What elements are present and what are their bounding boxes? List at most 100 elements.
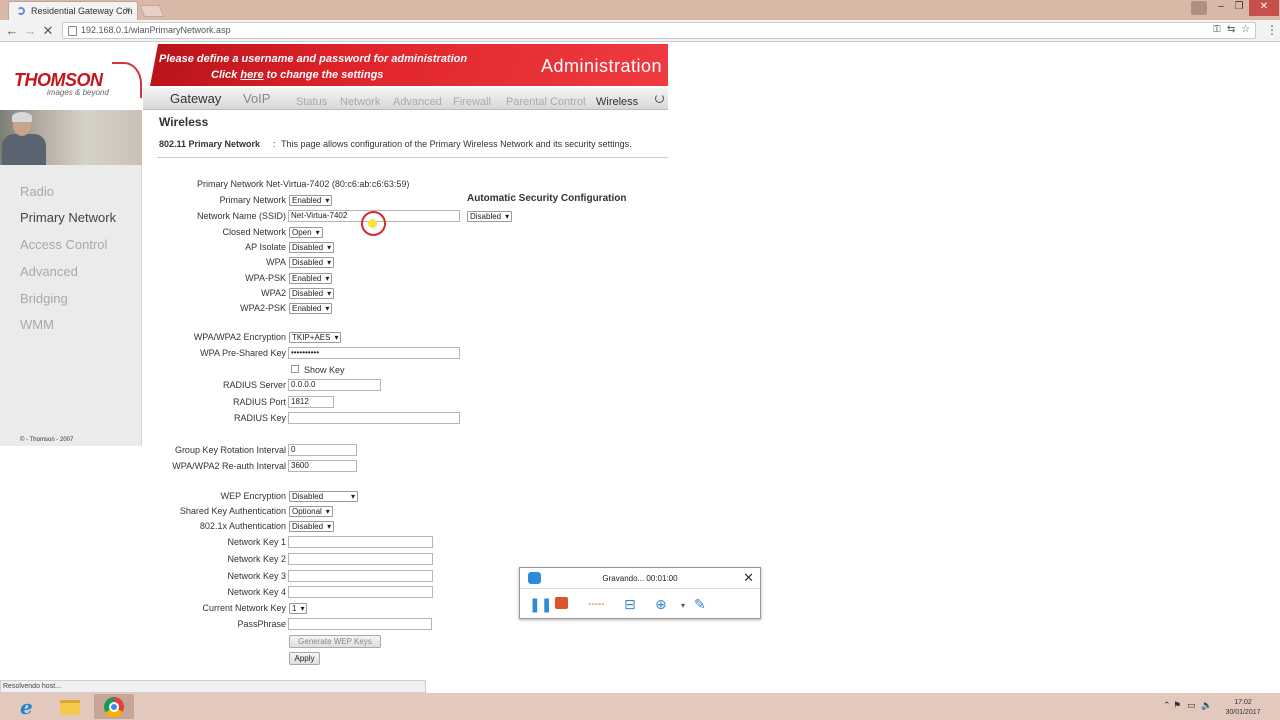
network-key-3-input[interactable] <box>288 570 433 582</box>
current-network-key-label: Current Network Key <box>202 603 286 613</box>
shared-key-auth-select[interactable]: Optional <box>289 506 333 517</box>
taskbar-chrome[interactable] <box>94 694 134 719</box>
stop-icon[interactable] <box>555 597 568 609</box>
generate-wep-keys-button[interactable]: Generate WEP Keys <box>289 635 381 648</box>
nav-parental-control[interactable]: Parental Control <box>506 96 586 108</box>
sidebar-item-advanced[interactable]: Advanced <box>20 264 78 279</box>
audio-level-icon[interactable]: ----- <box>588 599 605 610</box>
taskbar-ie[interactable]: e <box>10 694 50 719</box>
encryption-select[interactable]: TKIP+AES <box>289 332 342 343</box>
passphrase-input[interactable] <box>288 618 432 630</box>
auto-security-select[interactable]: Disabled <box>467 211 513 222</box>
pause-icon[interactable]: ❚❚ <box>529 596 552 613</box>
section-title: Administration <box>540 56 662 76</box>
dot1x-auth-label: 802.1x Authentication <box>199 521 286 531</box>
nav-advanced[interactable]: Advanced <box>393 96 442 108</box>
shared-key-auth-label: Shared Key Authentication <box>179 506 286 516</box>
wpa2-psk-select[interactable]: Enabled <box>289 303 333 314</box>
ap-isolate-select[interactable]: Disabled <box>289 242 335 253</box>
sidebar-item-radio[interactable]: Radio <box>20 184 54 199</box>
network-key-1-input[interactable] <box>288 536 433 548</box>
radius-key-input[interactable] <box>288 412 460 424</box>
radius-server-input[interactable]: 0.0.0.0 <box>288 379 381 391</box>
nav-wireless[interactable]: Wireless <box>596 96 638 108</box>
url-text[interactable]: 192.168.0.1/wlanPrimaryNetwork.asp <box>81 25 231 35</box>
primary-network-select[interactable]: Enabled <box>289 195 333 206</box>
nav-voip[interactable]: VoIP <box>243 91 270 106</box>
banner-here-link[interactable]: here <box>240 69 263 81</box>
nav-firewall[interactable]: Firewall <box>453 96 491 108</box>
sidebar-item-bridging[interactable]: Bridging <box>20 291 68 306</box>
nav-gateway[interactable]: Gateway <box>170 91 221 106</box>
wpa2-select[interactable]: Disabled <box>289 288 335 299</box>
wpa-select[interactable]: Disabled <box>289 257 335 268</box>
radius-port-input[interactable]: 1812 <box>288 396 334 408</box>
menu-icon[interactable]: ⋮ <box>1266 23 1278 37</box>
sidebar-item-access-control[interactable]: Access Control <box>20 237 107 252</box>
recorder-title: Gravando... 00:01:00 <box>602 574 678 583</box>
psk-label: WPA Pre-Shared Key <box>200 348 286 358</box>
nav-status[interactable]: Status <box>296 96 327 108</box>
show-key-checkbox[interactable] <box>291 365 299 373</box>
top-navigation: Gateway VoIP Status Network Advanced Fir… <box>143 88 668 110</box>
loading-icon <box>655 94 664 103</box>
browser-titlebar: Residential Gateway Con × – ❐ ✕ <box>0 0 1280 20</box>
dot1x-auth-select[interactable]: Disabled <box>289 521 335 532</box>
closed-network-select[interactable]: Open <box>289 227 323 238</box>
nav-network[interactable]: Network <box>340 96 380 108</box>
wep-encryption-select[interactable]: Disabled <box>289 491 358 502</box>
zoom-icon[interactable]: ⊕ <box>655 596 667 613</box>
key-icon[interactable]: ⚿ <box>1213 24 1221 35</box>
bookmark-star-icon[interactable]: ☆ <box>1241 24 1250 35</box>
sidebar-item-primary-network[interactable]: Primary Network <box>20 210 116 225</box>
volume-icon[interactable]: 🔈 <box>1201 700 1212 711</box>
banner-link-line: Click here to change the settings <box>211 69 383 81</box>
network-icon[interactable]: ▭ <box>1187 700 1196 711</box>
ssid-label: Network Name (SSID) <box>196 211 286 221</box>
wpa-label: WPA <box>266 257 286 267</box>
user-profile-icon[interactable] <box>1191 1 1207 15</box>
action-center-icon[interactable]: ⚑ <box>1173 700 1181 711</box>
taskbar: e ⌃ ⚑ ▭ 🔈 <box>0 693 1280 720</box>
current-network-key-select[interactable]: 1 <box>289 603 308 614</box>
banner-text: Click <box>211 69 241 81</box>
back-icon[interactable]: ← <box>4 23 20 38</box>
browser-tab[interactable]: Residential Gateway Con × <box>8 1 138 20</box>
network-key-4-input[interactable] <box>288 586 433 598</box>
admin-banner: Please define a username and password fo… <box>150 44 668 86</box>
sidebar-item-wmm[interactable]: WMM <box>20 317 54 332</box>
tab-close-icon[interactable]: × <box>125 5 131 16</box>
wpa2-label: WPA2 <box>261 288 286 298</box>
screen-recorder-widget: Gravando... 00:01:00 ✕ ❚❚ ----- ⊟ ⊕ ▾ ✎ <box>519 567 761 619</box>
group-key-interval-input[interactable]: 0 <box>288 444 357 456</box>
translate-icon[interactable]: ⇆ <box>1227 24 1235 35</box>
forward-icon[interactable]: → <box>22 23 38 38</box>
network-key-2-input[interactable] <box>288 553 433 565</box>
address-bar[interactable]: 192.168.0.1/wlanPrimaryNetwork.asp ⚿ ⇆ ☆ <box>62 22 1256 39</box>
close-icon[interactable]: ✕ <box>743 570 754 586</box>
subtitle-separator: : <box>273 139 276 149</box>
taskbar-explorer[interactable] <box>50 694 90 719</box>
tab-title: Residential Gateway Con <box>31 6 133 16</box>
wpa-psk-select[interactable]: Enabled <box>289 273 333 284</box>
close-window-icon[interactable]: ✕ <box>1249 0 1279 16</box>
minimize-icon[interactable]: – <box>1212 0 1230 16</box>
restore-icon[interactable]: ❐ <box>1230 0 1248 16</box>
tray-chevron-icon[interactable]: ⌃ <box>1163 700 1171 711</box>
header-photo <box>0 110 142 165</box>
internet-explorer-icon: e <box>20 695 33 719</box>
stop-loading-icon[interactable]: ✕ <box>40 23 56 39</box>
network-info: Primary Network Net-Virtua-7402 (80:c6:a… <box>197 179 410 189</box>
encryption-label: WPA/WPA2 Encryption <box>193 332 286 342</box>
psk-input[interactable]: •••••••••• <box>288 347 460 359</box>
thomson-logo: THOMSON images & beyond <box>14 62 142 104</box>
apply-button[interactable]: Apply <box>289 652 320 665</box>
reauth-interval-input[interactable]: 3600 <box>288 460 357 472</box>
logo-swoosh-icon <box>112 62 142 98</box>
folder-icon <box>60 700 80 715</box>
new-tab-button[interactable] <box>139 5 165 17</box>
dropdown-icon[interactable]: ▾ <box>681 601 685 610</box>
pen-icon[interactable]: ✎ <box>694 596 706 613</box>
taskbar-clock[interactable]: 17:02 30/01/2017 <box>1218 698 1268 718</box>
webcam-icon[interactable]: ⊟ <box>624 596 636 613</box>
